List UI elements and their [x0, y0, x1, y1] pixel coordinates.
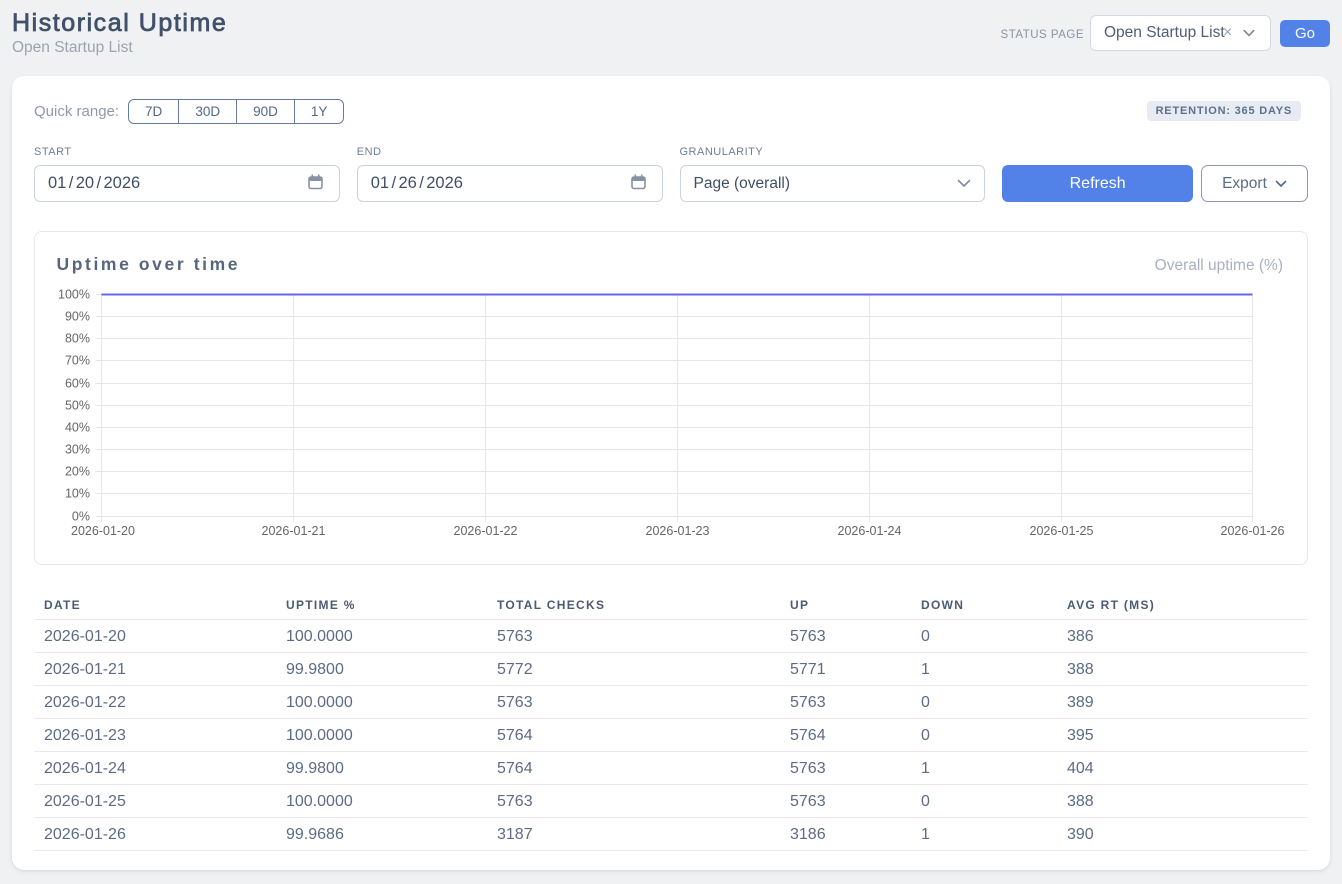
svg-text:30%: 30% [65, 443, 90, 457]
svg-text:2026-01-23: 2026-01-23 [646, 524, 710, 538]
svg-text:50%: 50% [65, 399, 90, 413]
svg-text:100%: 100% [58, 288, 90, 302]
svg-text:2026-01-24: 2026-01-24 [838, 524, 902, 538]
svg-text:90%: 90% [65, 310, 90, 324]
svg-text:2026-01-22: 2026-01-22 [454, 524, 518, 538]
svg-text:60%: 60% [65, 377, 90, 391]
svg-text:20%: 20% [65, 465, 90, 479]
svg-text:0%: 0% [72, 510, 90, 524]
svg-text:70%: 70% [65, 354, 90, 368]
svg-text:2026-01-25: 2026-01-25 [1030, 524, 1094, 538]
svg-text:40%: 40% [65, 421, 90, 435]
svg-text:10%: 10% [65, 487, 90, 501]
svg-text:2026-01-20: 2026-01-20 [71, 524, 135, 538]
svg-text:2026-01-21: 2026-01-21 [262, 524, 326, 538]
svg-text:80%: 80% [65, 332, 90, 346]
svg-text:2026-01-26: 2026-01-26 [1221, 524, 1285, 538]
